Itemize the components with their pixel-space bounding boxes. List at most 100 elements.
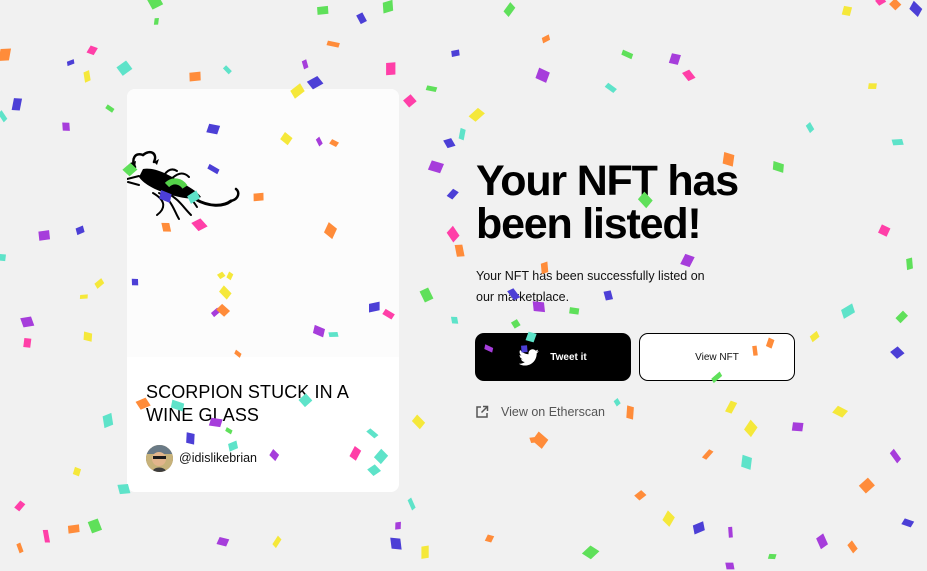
confetti-piece bbox=[446, 225, 460, 243]
confetti-piece bbox=[105, 104, 115, 113]
confetti-piece bbox=[153, 18, 159, 25]
confetti-piece bbox=[317, 5, 329, 15]
confetti-piece bbox=[66, 59, 75, 67]
confetti-piece bbox=[741, 454, 752, 470]
confetti-piece bbox=[443, 138, 456, 149]
etherscan-label: View on Etherscan bbox=[501, 405, 605, 419]
confetti-piece bbox=[909, 0, 923, 18]
confetti-piece bbox=[682, 69, 696, 82]
confetti-piece bbox=[725, 400, 738, 414]
confetti-piece bbox=[116, 60, 133, 76]
nft-image bbox=[127, 89, 399, 357]
confetti-piece bbox=[382, 0, 394, 14]
confetti-piece bbox=[20, 316, 35, 328]
nft-title: SCORPION STUCK IN A WINE GLASS bbox=[146, 382, 348, 425]
confetti-piece bbox=[38, 230, 51, 241]
view-on-etherscan-link[interactable]: View on Etherscan bbox=[475, 405, 605, 419]
confetti-piece bbox=[532, 431, 549, 449]
confetti-piece bbox=[581, 545, 600, 560]
confetti-piece bbox=[403, 94, 417, 108]
confetti-piece bbox=[146, 0, 164, 10]
confetti-piece bbox=[42, 529, 51, 543]
avatar bbox=[146, 444, 173, 472]
confetti-piece bbox=[102, 412, 114, 429]
confetti-piece bbox=[306, 75, 324, 90]
confetti-piece bbox=[62, 122, 70, 131]
confetti-piece bbox=[569, 307, 580, 315]
confetti-piece bbox=[390, 537, 402, 550]
confetti-piece bbox=[535, 67, 550, 83]
confetti-piece bbox=[16, 542, 24, 554]
confetti-piece bbox=[395, 521, 401, 530]
confetti-piece bbox=[875, 0, 887, 6]
confetti-piece bbox=[427, 160, 444, 174]
confetti-piece bbox=[816, 533, 828, 550]
tweet-button[interactable]: Tweet it bbox=[475, 333, 631, 381]
confetti-piece bbox=[419, 287, 434, 303]
confetti-piece bbox=[805, 121, 815, 134]
confetti-piece bbox=[83, 70, 91, 83]
confetti-piece bbox=[87, 518, 103, 534]
twitter-icon bbox=[519, 348, 539, 366]
confetti-piece bbox=[468, 107, 485, 122]
confetti-piece bbox=[668, 53, 681, 65]
nft-card[interactable]: SCORPION STUCK IN A WINE GLASS @idislike… bbox=[127, 89, 399, 492]
success-description: Your NFT has been successfully listed on… bbox=[476, 269, 705, 304]
confetti-piece bbox=[809, 330, 820, 343]
confetti-piece bbox=[14, 500, 26, 512]
confetti-piece bbox=[189, 71, 201, 82]
creator-handle: @idislikebrian bbox=[179, 451, 257, 465]
confetti-piece bbox=[222, 65, 232, 75]
confetti-piece bbox=[725, 562, 735, 570]
confetti-piece bbox=[613, 398, 621, 407]
confetti-piece bbox=[890, 346, 905, 359]
confetti-piece bbox=[858, 477, 875, 494]
confetti-piece bbox=[79, 294, 88, 299]
confetti-piece bbox=[634, 490, 647, 501]
confetti-piece bbox=[458, 127, 466, 141]
confetti-piece bbox=[484, 534, 495, 543]
confetti-piece bbox=[541, 34, 551, 44]
confetti-piece bbox=[604, 82, 617, 94]
confetti-piece bbox=[529, 436, 542, 444]
confetti-piece bbox=[889, 448, 902, 464]
confetti-piece bbox=[11, 98, 23, 111]
confetti-piece bbox=[72, 466, 82, 477]
confetti-piece bbox=[86, 45, 98, 56]
confetti-piece bbox=[326, 40, 340, 48]
confetti-piece bbox=[906, 257, 913, 271]
confetti-piece bbox=[407, 497, 416, 511]
confetti-piece bbox=[67, 524, 80, 534]
confetti-piece bbox=[891, 139, 904, 146]
confetti-piece bbox=[728, 526, 733, 538]
external-link-icon bbox=[475, 405, 489, 419]
confetti-piece bbox=[75, 225, 85, 236]
confetti-piece bbox=[451, 49, 460, 57]
confetti-piece bbox=[83, 331, 93, 342]
confetti-piece bbox=[301, 59, 309, 70]
confetti-piece bbox=[889, 0, 902, 11]
confetti-piece bbox=[692, 521, 705, 535]
confetti-piece bbox=[841, 5, 853, 17]
confetti-piece bbox=[0, 48, 12, 61]
confetti-piece bbox=[272, 535, 282, 549]
tweet-button-label: Tweet it bbox=[550, 351, 587, 363]
confetti-piece bbox=[767, 553, 777, 560]
confetti-piece bbox=[847, 540, 858, 554]
page-title: Your NFT has been listed! bbox=[476, 157, 739, 248]
confetti-piece bbox=[744, 419, 758, 438]
creator[interactable]: @idislikebrian bbox=[146, 444, 257, 472]
view-nft-button[interactable]: View NFT bbox=[639, 333, 795, 381]
confetti-piece bbox=[411, 414, 426, 430]
confetti-piece bbox=[94, 278, 105, 289]
confetti-piece bbox=[503, 2, 516, 18]
confetti-piece bbox=[791, 422, 804, 432]
view-nft-button-label: View NFT bbox=[695, 351, 739, 363]
confetti-piece bbox=[626, 405, 634, 420]
confetti-piece bbox=[878, 224, 891, 237]
scorpion-illustration bbox=[127, 150, 240, 220]
confetti-piece bbox=[832, 405, 849, 418]
confetti-piece bbox=[868, 83, 877, 89]
confetti-piece bbox=[450, 316, 459, 324]
confetti-piece bbox=[895, 310, 908, 324]
